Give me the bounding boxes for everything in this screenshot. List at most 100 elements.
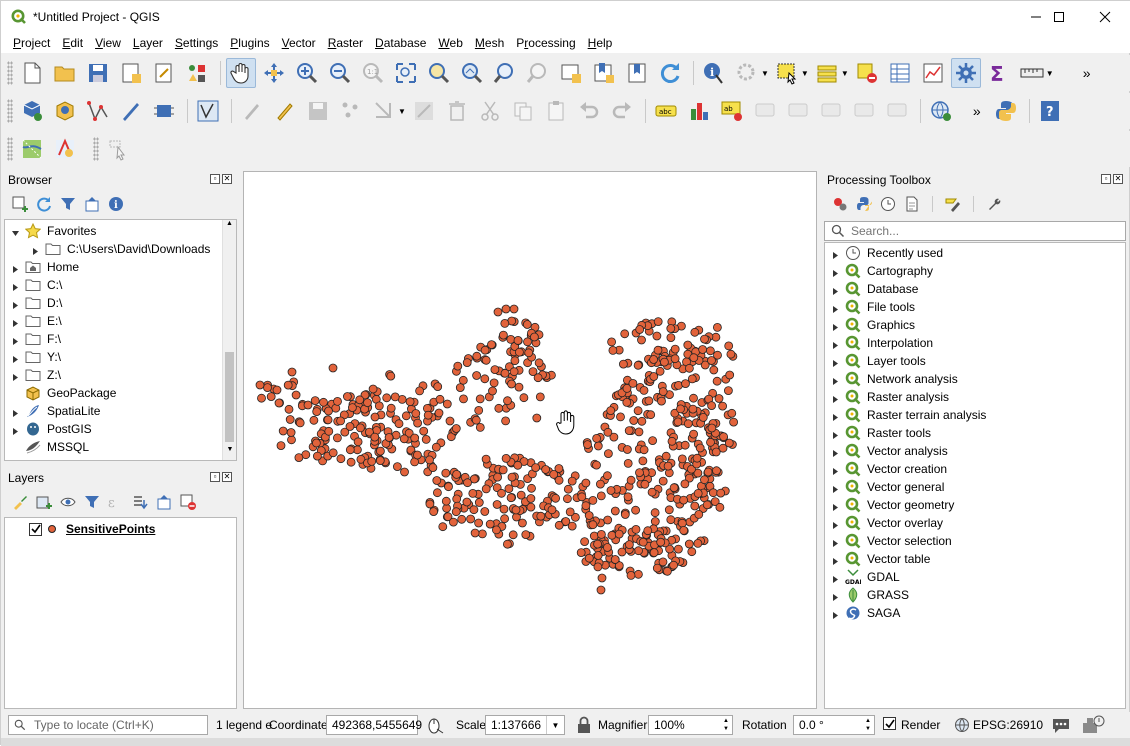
processing-toolbox-button[interactable] (950, 58, 981, 88)
pan-map-button[interactable] (226, 58, 256, 88)
current-edits-button[interactable] (237, 96, 267, 126)
menu-raster[interactable]: Raster (322, 33, 369, 53)
history-button[interactable] (879, 195, 897, 213)
lock-icon[interactable] (576, 716, 592, 734)
toolbox-provider[interactable]: Database (831, 280, 918, 298)
scroll-up-icon[interactable]: ▲ (223, 220, 236, 234)
measure-line-button[interactable] (1017, 58, 1047, 88)
menu-plugins[interactable]: Plugins (224, 33, 275, 53)
show-bookmarks-button[interactable] (622, 58, 652, 88)
browser-scrollbar[interactable]: ▲ ▼ (222, 220, 236, 460)
save-layer-edits-button[interactable] (303, 96, 333, 126)
chevron-right-icon[interactable] (11, 371, 19, 381)
add-wms-layer-button[interactable] (926, 96, 956, 126)
float-panel-icon[interactable]: ▫ (1101, 174, 1111, 184)
menu-settings[interactable]: Settings (169, 33, 224, 53)
zoom-in-button[interactable] (292, 58, 322, 88)
style-manager-button[interactable] (182, 58, 212, 88)
browser-item[interactable]: GeoPackage (11, 384, 116, 402)
rotation-spinbox[interactable]: 0.0 ° ▲ ▼ (793, 715, 875, 735)
annotation-tool-button[interactable] (103, 134, 133, 164)
chevron-right-icon[interactable] (831, 555, 839, 565)
browser-item[interactable]: C:\Users\David\Downloads (31, 240, 210, 258)
toolbox-provider[interactable]: GDAL GDAL (831, 568, 900, 586)
render-checkbox[interactable] (883, 717, 896, 730)
scripts-button[interactable] (855, 195, 873, 213)
modify-attributes-button[interactable] (409, 96, 439, 126)
spinbox-arrows-icon[interactable]: ▲ ▼ (720, 717, 732, 733)
menu-project[interactable]: Project (7, 33, 56, 53)
undo-button[interactable] (574, 96, 604, 126)
browser-item[interactable]: MSSQL (11, 438, 89, 456)
menu-mesh[interactable]: Mesh (469, 33, 510, 53)
plugin-update-icon[interactable] (1081, 715, 1105, 735)
toolbox-provider[interactable]: Vector general (831, 478, 944, 496)
browser-item[interactable]: E:\ (11, 312, 62, 330)
chevron-right-icon[interactable] (831, 339, 839, 349)
chevron-right-icon[interactable] (831, 483, 839, 493)
chevron-right-icon[interactable] (11, 317, 19, 327)
toolbox-provider[interactable]: Vector table (831, 550, 930, 568)
chevron-right-icon[interactable] (831, 267, 839, 277)
toolbox-provider[interactable]: Vector analysis (831, 442, 948, 460)
chevron-right-icon[interactable] (831, 357, 839, 367)
chevron-right-icon[interactable] (11, 335, 19, 345)
zoom-next-button[interactable] (523, 58, 553, 88)
close-panel-icon[interactable]: ✕ (222, 174, 232, 184)
toolbox-search-field[interactable] (824, 221, 1126, 241)
toolbox-provider[interactable]: Vector selection (831, 532, 952, 550)
browser-item[interactable]: Z:\ (11, 366, 61, 384)
chevron-right-icon[interactable] (831, 591, 839, 601)
scale-combobox[interactable]: 1:137666 ▼ (485, 715, 565, 735)
toolbox-options-button[interactable] (985, 195, 1003, 213)
paste-features-button[interactable] (541, 96, 571, 126)
chevron-right-icon[interactable] (831, 321, 839, 331)
mouse-coordinate-icon[interactable] (426, 716, 444, 734)
chevron-down-icon[interactable]: ▼ (841, 69, 849, 78)
deselect-all-button[interactable] (852, 58, 882, 88)
chevron-right-icon[interactable] (831, 537, 839, 547)
save-project-button[interactable] (83, 58, 113, 88)
layer-labeling-options-button[interactable]: abc (651, 96, 681, 126)
chevron-right-icon[interactable] (11, 425, 19, 435)
models-button[interactable] (831, 195, 849, 213)
remove-layer-button[interactable] (179, 493, 197, 511)
change-label-button[interactable] (882, 96, 912, 126)
browser-item[interactable]: SpatiaLite (11, 402, 100, 420)
chevron-right-icon[interactable] (831, 411, 839, 421)
pan-to-selection-button[interactable] (259, 58, 289, 88)
locator-search-field[interactable]: Type to locate (Ctrl+K) (8, 715, 208, 735)
identify-features-button[interactable]: i (699, 58, 729, 88)
chevron-right-icon[interactable] (831, 573, 839, 583)
toolbox-search-input[interactable] (851, 224, 1111, 238)
maximize-button[interactable] (1036, 1, 1082, 33)
zoom-out-button[interactable] (325, 58, 355, 88)
chevron-down-icon[interactable] (11, 227, 19, 236)
chevron-right-icon[interactable] (831, 447, 839, 457)
pin-unpin-labels-button[interactable] (750, 96, 780, 126)
vertex-tool-button[interactable] (193, 96, 223, 126)
toolbox-provider[interactable]: Raster analysis (831, 388, 949, 406)
chevron-right-icon[interactable] (11, 281, 19, 291)
chevron-down-icon[interactable]: ▼ (1046, 69, 1054, 78)
browser-item[interactable]: C:\ (11, 276, 62, 294)
zoom-to-layer-button[interactable] (457, 58, 487, 88)
float-panel-icon[interactable]: ▫ (210, 174, 220, 184)
chevron-right-icon[interactable] (11, 299, 19, 309)
delete-selected-button[interactable] (442, 96, 472, 126)
menu-layer[interactable]: Layer (127, 33, 169, 53)
toolbar-grip[interactable] (7, 61, 13, 85)
python-console-button[interactable] (991, 96, 1021, 126)
toolbox-provider[interactable]: Interpolation (831, 334, 933, 352)
zoom-to-selection-button[interactable] (424, 58, 454, 88)
chevron-down-icon[interactable]: ▼ (801, 69, 809, 78)
zoom-native-button[interactable]: 1:1 (358, 58, 388, 88)
data-source-manager-button[interactable] (17, 96, 47, 126)
menu-help[interactable]: Help (582, 33, 619, 53)
chevron-right-icon[interactable] (11, 353, 19, 363)
chevron-down-icon[interactable]: ▼ (761, 69, 769, 78)
spinbox-arrows-icon[interactable]: ▲ ▼ (862, 717, 874, 733)
open-attribute-table-button[interactable] (885, 58, 915, 88)
chevron-right-icon[interactable] (831, 249, 839, 259)
zoom-full-button[interactable] (391, 58, 421, 88)
